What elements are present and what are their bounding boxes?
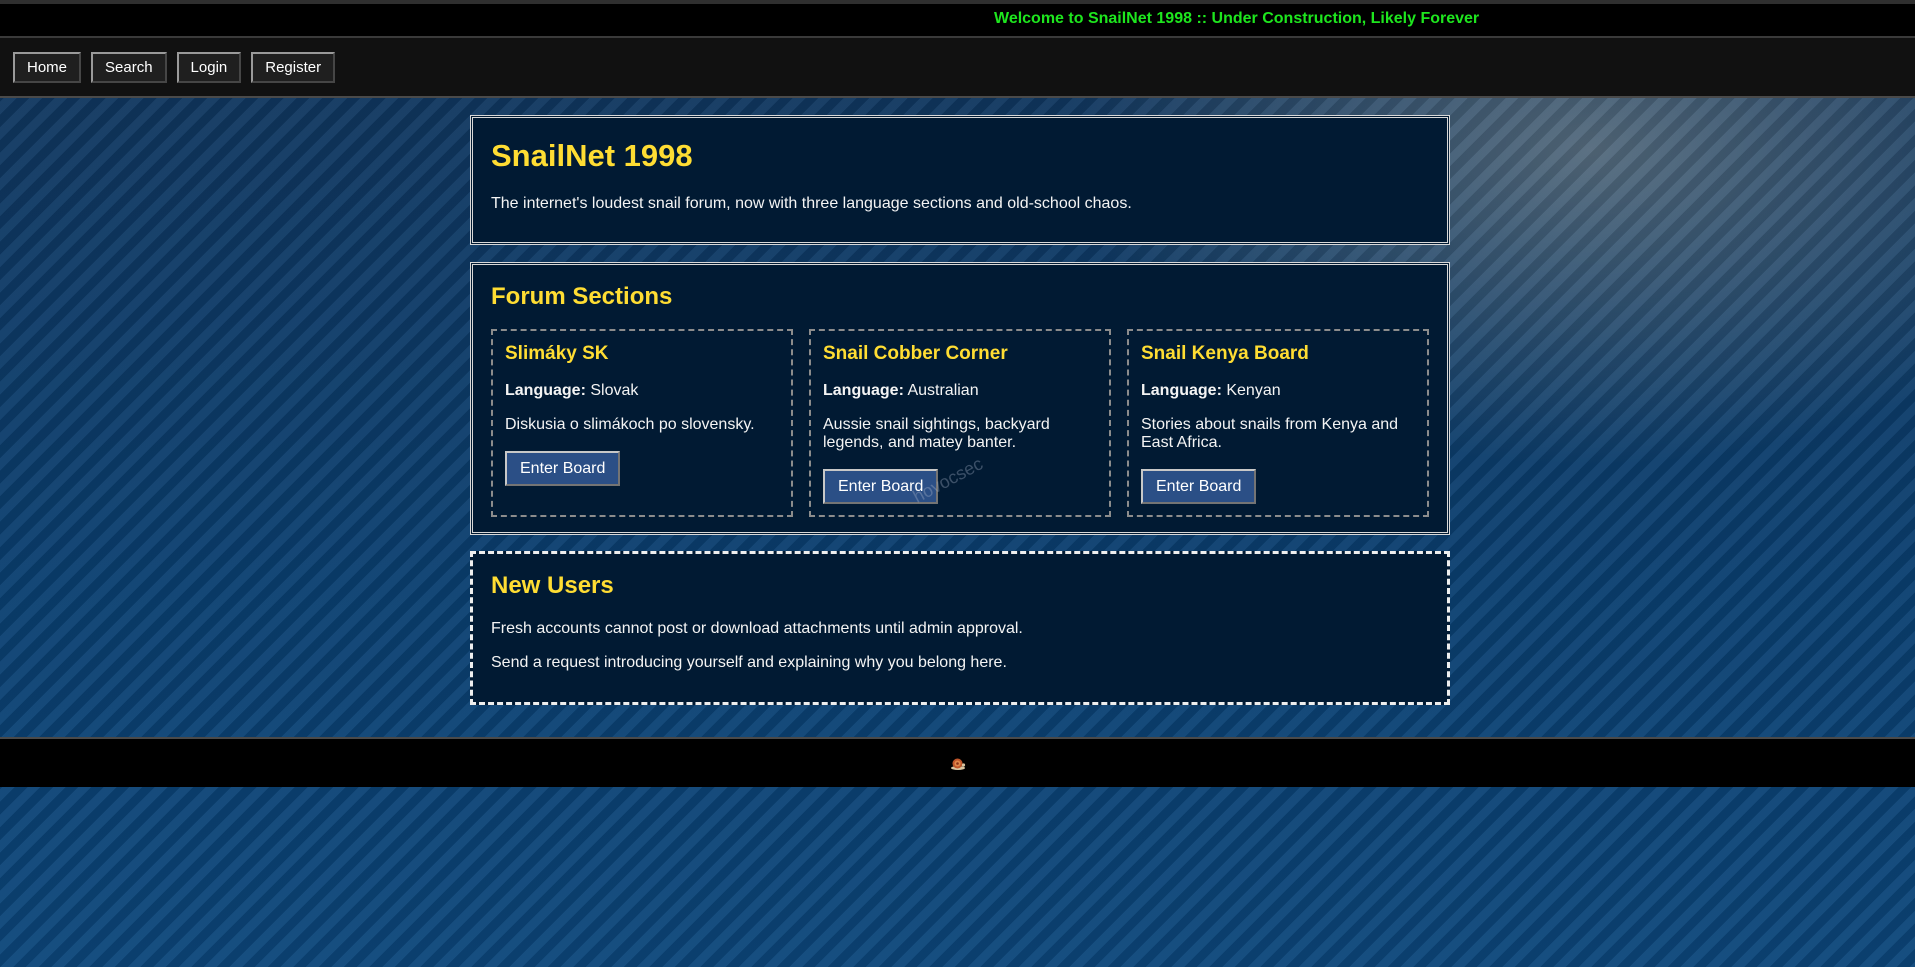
language-value: Kenyan: [1226, 382, 1281, 399]
board-title: Snail Kenya Board: [1141, 343, 1309, 364]
snail-icon: [950, 758, 965, 770]
board-card-australian: Snail Cobber Corner Language: Australian…: [809, 329, 1111, 517]
board-description: Diskusia o slimákoch po slovensky.: [505, 416, 755, 433]
board-title: Slimáky SK: [505, 343, 609, 364]
enter-board-button-kenyan[interactable]: Enter Board: [1141, 469, 1257, 504]
nav-home-button[interactable]: Home: [13, 51, 82, 83]
new-users-instruction: Send a request introducing yourself and …: [491, 654, 1007, 671]
board-language: Language: Slovak: [505, 382, 779, 400]
new-users-title: New Users: [491, 572, 614, 599]
language-label: Language:: [823, 382, 904, 399]
enter-board-button-slovak[interactable]: Enter Board: [505, 451, 621, 486]
board-language: Language: Kenyan: [1141, 382, 1415, 400]
board-card-kenyan: Snail Kenya Board Language: Kenyan Stori…: [1127, 329, 1429, 517]
nav-search-button[interactable]: Search: [91, 51, 167, 83]
board-title: Snail Cobber Corner: [823, 343, 1008, 364]
language-value: Slovak: [590, 382, 639, 399]
board-card-slovak: Slimáky SK Language: Slovak Diskusia o s…: [491, 329, 793, 517]
marquee-text: Welcome to SnailNet 1998 :: Under Constr…: [994, 10, 1480, 27]
forum-sections-title: Forum Sections: [491, 283, 673, 310]
new-users-note: Fresh accounts cannot post or download a…: [491, 620, 1023, 637]
nav-bar: Home Search Login Register: [0, 38, 1915, 98]
site-tagline: The internet's loudest snail forum, now …: [491, 195, 1132, 212]
site-title: SnailNet 1998: [491, 138, 693, 173]
board-description: Stories about snails from Kenya and East…: [1141, 416, 1399, 451]
forum-sections-panel: Forum Sections Slimáky SK Language: Slov…: [470, 262, 1450, 535]
language-value: Australian: [907, 382, 979, 399]
hero-panel: SnailNet 1998 The internet's loudest sna…: [470, 115, 1450, 245]
nav-register-button[interactable]: Register: [251, 51, 336, 83]
board-list: Slimáky SK Language: Slovak Diskusia o s…: [491, 329, 1429, 517]
nav-login-button[interactable]: Login: [176, 51, 242, 83]
board-description: Aussie snail sightings, backyard legends…: [823, 416, 1050, 451]
top-banner: Welcome to SnailNet 1998 :: Under Constr…: [0, 0, 1915, 38]
new-users-panel: New Users Fresh accounts cannot post or …: [470, 551, 1450, 705]
board-language: Language: Australian: [823, 382, 1097, 400]
language-label: Language:: [1141, 382, 1222, 399]
footer: [0, 737, 1915, 787]
language-label: Language:: [505, 382, 586, 399]
